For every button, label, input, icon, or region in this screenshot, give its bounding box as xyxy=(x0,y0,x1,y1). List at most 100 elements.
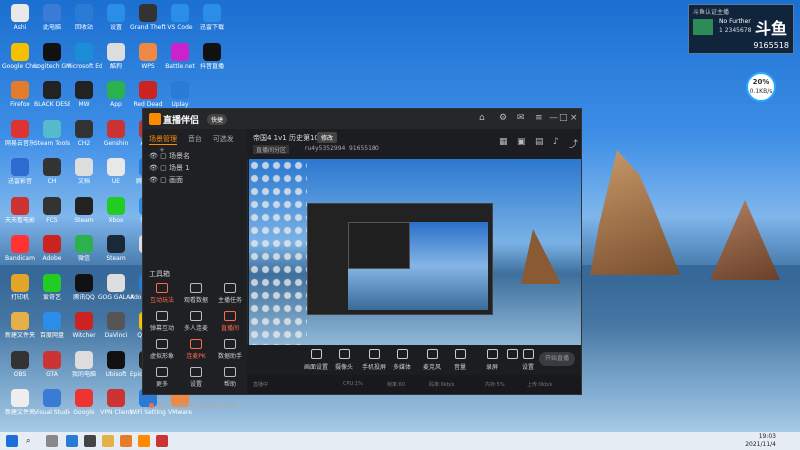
desktop-icon[interactable]: CH xyxy=(34,156,70,192)
desktop-icon[interactable]: 微信 xyxy=(66,233,102,269)
volume-button[interactable]: 音量 xyxy=(447,349,473,371)
network-meter[interactable]: 20% 0.1KB/s xyxy=(746,72,776,102)
desktop-icon[interactable]: Microsoft Edge xyxy=(66,41,102,77)
desktop-icon[interactable]: Firefox xyxy=(2,79,38,115)
desktop-icon[interactable]: Battle.net xyxy=(162,41,198,77)
desktop-icon[interactable]: 我的电脑 xyxy=(66,349,102,385)
feedback-icon[interactable]: ✉ xyxy=(517,113,525,123)
desktop-icon[interactable]: 爱奇艺 xyxy=(34,272,70,308)
tool-button[interactable]: 多人连麦 xyxy=(181,311,211,333)
bell-icon[interactable]: ♪ xyxy=(553,137,559,147)
maximize-icon[interactable]: □ xyxy=(559,113,568,123)
desktop-icon[interactable]: VPN Client xyxy=(98,387,134,423)
live-companion-taskbar-icon[interactable] xyxy=(138,435,150,447)
desktop-icon[interactable]: Visual Studio xyxy=(34,387,70,423)
desktop-icon[interactable]: 天天看电影 xyxy=(2,195,38,231)
tool-button[interactable]: 数据助手 xyxy=(215,339,245,361)
desktop-icon[interactable]: GOG GALAXY xyxy=(98,272,134,308)
desktop-icon[interactable]: Ubisoft xyxy=(98,349,134,385)
widgets-icon[interactable] xyxy=(84,435,96,447)
desktop-icon[interactable]: Bandicam xyxy=(2,233,38,269)
desktop-icon[interactable]: Logitech G HUB xyxy=(34,41,70,77)
desktop-icon[interactable]: 腾讯QQ xyxy=(66,272,102,308)
violation-tip[interactable]: 您的房间可能存在违规行为哦? xyxy=(149,401,238,410)
stream-preview[interactable] xyxy=(249,159,581,345)
desktop-icon[interactable]: WPS xyxy=(130,41,166,77)
firefox-icon[interactable] xyxy=(120,435,132,447)
desktop-icon[interactable]: 酷狗 xyxy=(98,41,134,77)
scene-row[interactable]: 👁 ▢ 场景名 xyxy=(149,151,190,161)
tool-button[interactable]: 设置 xyxy=(181,367,211,389)
desktop-icon[interactable]: OBS xyxy=(2,349,38,385)
windows-store-icon[interactable] xyxy=(66,435,78,447)
skin-icon[interactable]: ⌂ xyxy=(479,113,485,123)
desktop-icon[interactable]: Witcher xyxy=(66,310,102,346)
tab-audio[interactable]: 音台 xyxy=(188,134,202,144)
settings-button[interactable]: 设置 xyxy=(515,349,541,371)
settings-icon[interactable]: ⚙ xyxy=(499,113,507,123)
desktop-icon[interactable]: Steam xyxy=(66,195,102,231)
tab-sources[interactable]: 可选发 xyxy=(213,134,234,144)
screenshot-icon[interactable]: ▣ xyxy=(517,137,526,147)
desktop-icon[interactable]: 设置 xyxy=(98,2,134,38)
desktop-icon[interactable]: CH2 xyxy=(66,118,102,154)
desktop-icon[interactable]: 抖音直播 xyxy=(194,41,230,77)
desktop-icon[interactable]: 打印机 xyxy=(2,272,38,308)
desktop-icon[interactable]: Ashi xyxy=(2,2,38,38)
desktop-icon[interactable]: App xyxy=(98,79,134,115)
tool-button[interactable]: 主播任务 xyxy=(215,283,245,305)
search-icon[interactable]: ⌕ xyxy=(26,436,30,446)
system-clock[interactable]: 19:03 2021/11/4 xyxy=(745,433,776,449)
desktop-icon[interactable]: 此电脑 xyxy=(34,2,70,38)
app-titlebar[interactable]: 直播伴侣 快捷 ⌂ ⚙ ✉ ≡ — □ × xyxy=(143,109,581,129)
edit-title-button[interactable]: 修改 xyxy=(317,132,338,143)
camera-button[interactable]: 摄像头 xyxy=(331,349,357,371)
phone-cast-button[interactable]: 手机投屏 xyxy=(361,349,387,371)
desktop-icon[interactable]: 迅雷影音 xyxy=(2,156,38,192)
desktop-icon[interactable]: GTA xyxy=(34,349,70,385)
desktop-icon[interactable]: 新建文件夹 xyxy=(2,310,38,346)
media-button[interactable]: 多媒体 xyxy=(389,349,415,371)
desktop-icon[interactable]: Xbox xyxy=(98,195,134,231)
calendar-icon[interactable]: ▤ xyxy=(535,137,544,147)
desktop-icon[interactable]: Google xyxy=(66,387,102,423)
desktop-icon[interactable]: VS Code xyxy=(162,2,198,38)
menu-icon[interactable]: ≡ xyxy=(535,113,543,123)
desktop-icon[interactable]: 新建文件夹 xyxy=(2,387,38,423)
windows-start-icon[interactable] xyxy=(6,435,18,447)
desktop-icon[interactable]: MW xyxy=(66,79,102,115)
share-icon[interactable]: ⤴ xyxy=(569,137,578,150)
desktop-icon[interactable]: DaVinci xyxy=(98,310,134,346)
close-icon[interactable]: × xyxy=(570,113,578,123)
desktop-icon[interactable]: 回收站 xyxy=(66,2,102,38)
desktop-icon[interactable]: Steam Tools xyxy=(34,118,70,154)
microphone-button[interactable]: 麦克风 xyxy=(419,349,445,371)
version-badge[interactable]: 快捷 xyxy=(207,114,228,125)
minimize-icon[interactable]: — xyxy=(549,113,558,123)
desktop-icon[interactable]: 文档 xyxy=(66,156,102,192)
scene-row[interactable]: 👁 ▢ 画面 xyxy=(149,175,183,185)
scene-settings-button[interactable]: 画面设置 xyxy=(303,349,329,371)
desktop-icon[interactable]: 迅雷下载 xyxy=(194,2,230,38)
desktop-icon[interactable]: BLACK DESERT xyxy=(34,79,70,115)
douyu-widget[interactable]: 斗鱼认证主播 No Further 1 2345678 斗鱼 9165518 xyxy=(688,4,794,54)
desktop-icon[interactable]: FC5 xyxy=(34,195,70,231)
scene-row[interactable]: 👁 ▢ 场景 1 xyxy=(149,163,190,173)
tab-scenes[interactable]: 场景管理 xyxy=(149,134,177,145)
desktop-icon[interactable]: Genshin xyxy=(98,118,134,154)
go-live-button[interactable]: 开始直播 xyxy=(539,352,575,366)
folder-icon[interactable] xyxy=(102,435,114,447)
layout-icon[interactable]: ▦ xyxy=(499,137,508,147)
desktop-icon[interactable]: Google Chrome xyxy=(2,41,38,77)
desktop-icon[interactable]: Adobe xyxy=(34,233,70,269)
tool-button[interactable]: 更多 xyxy=(147,367,177,389)
desktop-icon[interactable]: Steam xyxy=(98,233,134,269)
desktop-icon[interactable]: Grand Theft Auto xyxy=(130,2,166,38)
desktop-icon[interactable]: 网易云音乐 xyxy=(2,118,38,154)
tool-button[interactable]: 弹幕互动 xyxy=(147,311,177,333)
app-taskbar-icon[interactable] xyxy=(156,435,168,447)
category-tag[interactable]: 直播间分区 xyxy=(253,145,290,154)
tool-button[interactable]: 直播间 xyxy=(215,311,245,333)
room-title[interactable]: 帝国4 1v1 历史第10名 xyxy=(253,133,326,143)
tool-button[interactable]: 互动玩法 xyxy=(147,283,177,305)
